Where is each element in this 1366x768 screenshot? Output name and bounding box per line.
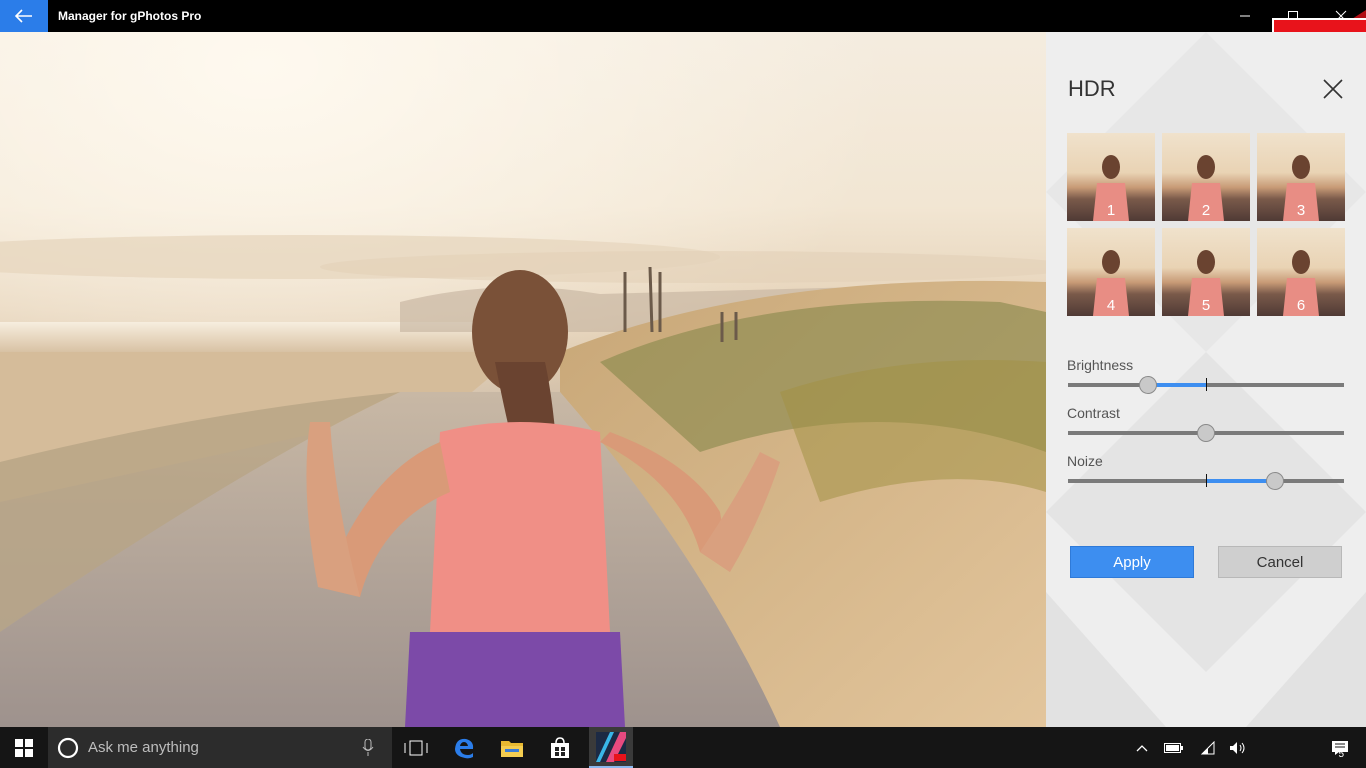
store-icon bbox=[551, 736, 569, 758]
volume-indicator[interactable] bbox=[1222, 727, 1254, 768]
slider-handle[interactable] bbox=[1139, 376, 1158, 394]
noize-label: Noize bbox=[1067, 453, 1103, 469]
search-box[interactable]: Ask me anything bbox=[48, 727, 392, 768]
slider-fill bbox=[1206, 479, 1275, 483]
brightness-slider[interactable] bbox=[1068, 376, 1344, 394]
back-button[interactable] bbox=[0, 0, 48, 32]
preset-number: 6 bbox=[1296, 297, 1306, 314]
gphotos-app-icon bbox=[596, 731, 626, 762]
close-icon bbox=[1323, 79, 1343, 99]
slider-handle[interactable] bbox=[1266, 472, 1284, 490]
preset-grid: 1 2 3 4 5 6 bbox=[1067, 133, 1347, 316]
preset-thumbnail-2[interactable]: 2 bbox=[1162, 133, 1250, 221]
photo-image bbox=[0, 32, 1046, 727]
notification-count: 5 bbox=[1338, 749, 1344, 760]
minimize-icon bbox=[1240, 15, 1250, 17]
panel-title: HDR bbox=[1068, 76, 1116, 101]
app-title: Manager for gPhotos Pro bbox=[58, 9, 202, 23]
brightness-label: Brightness bbox=[1067, 357, 1134, 373]
preset-number: 5 bbox=[1201, 297, 1211, 314]
preset-thumbnail-1[interactable]: 1 bbox=[1067, 133, 1155, 221]
noize-slider[interactable] bbox=[1068, 472, 1344, 490]
preset-number: 4 bbox=[1106, 297, 1116, 314]
preset-thumbnail-6[interactable]: 6 bbox=[1257, 228, 1345, 316]
store-button[interactable] bbox=[536, 727, 584, 768]
battery-icon bbox=[1164, 742, 1183, 753]
slider-handle[interactable] bbox=[1197, 424, 1215, 442]
edge-browser-button[interactable] bbox=[440, 727, 488, 768]
battery-indicator[interactable] bbox=[1158, 727, 1190, 768]
slider-center-tick bbox=[1206, 474, 1207, 487]
preset-thumbnail-5[interactable]: 5 bbox=[1162, 228, 1250, 316]
cancel-button[interactable]: Cancel bbox=[1218, 546, 1342, 578]
title-bar: Manager for gPhotos Pro bbox=[0, 0, 1366, 32]
chevron-up-icon bbox=[1136, 744, 1148, 751]
preset-number: 2 bbox=[1201, 202, 1211, 219]
hdr-panel: HDR 1 2 3 4 5 6 Brightness Contrast Noiz… bbox=[1046, 32, 1366, 727]
contrast-label: Contrast bbox=[1067, 405, 1120, 421]
contrast-slider[interactable] bbox=[1068, 424, 1344, 442]
taskbar: Ask me anything 5 bbox=[0, 727, 1366, 768]
windows-logo-icon bbox=[15, 738, 33, 757]
gphotos-app-button[interactable] bbox=[589, 727, 633, 768]
search-placeholder: Ask me anything bbox=[88, 739, 199, 756]
minimize-button[interactable] bbox=[1222, 0, 1268, 32]
panel-close-button[interactable] bbox=[1322, 78, 1344, 100]
edge-icon bbox=[455, 738, 474, 758]
preset-number: 1 bbox=[1106, 202, 1116, 219]
task-view-button[interactable] bbox=[392, 727, 440, 768]
file-explorer-button[interactable] bbox=[488, 727, 536, 768]
network-indicator[interactable] bbox=[1192, 727, 1224, 768]
volume-icon bbox=[1230, 741, 1245, 754]
task-view-icon bbox=[404, 740, 428, 755]
microphone-icon[interactable] bbox=[362, 739, 374, 757]
action-center-button[interactable]: 5 bbox=[1320, 727, 1360, 768]
apply-button[interactable]: Apply bbox=[1070, 546, 1194, 578]
wifi-icon bbox=[1200, 740, 1215, 754]
show-hidden-icons-button[interactable] bbox=[1126, 727, 1158, 768]
preset-thumbnail-4[interactable]: 4 bbox=[1067, 228, 1155, 316]
slider-center-tick bbox=[1206, 378, 1207, 391]
file-explorer-icon bbox=[501, 740, 523, 757]
cortana-icon bbox=[57, 737, 79, 759]
back-arrow-icon bbox=[15, 9, 32, 23]
preset-thumbnail-3[interactable]: 3 bbox=[1257, 133, 1345, 221]
preset-number: 3 bbox=[1296, 202, 1306, 219]
start-button[interactable] bbox=[0, 727, 48, 768]
photo-preview bbox=[0, 32, 1046, 727]
